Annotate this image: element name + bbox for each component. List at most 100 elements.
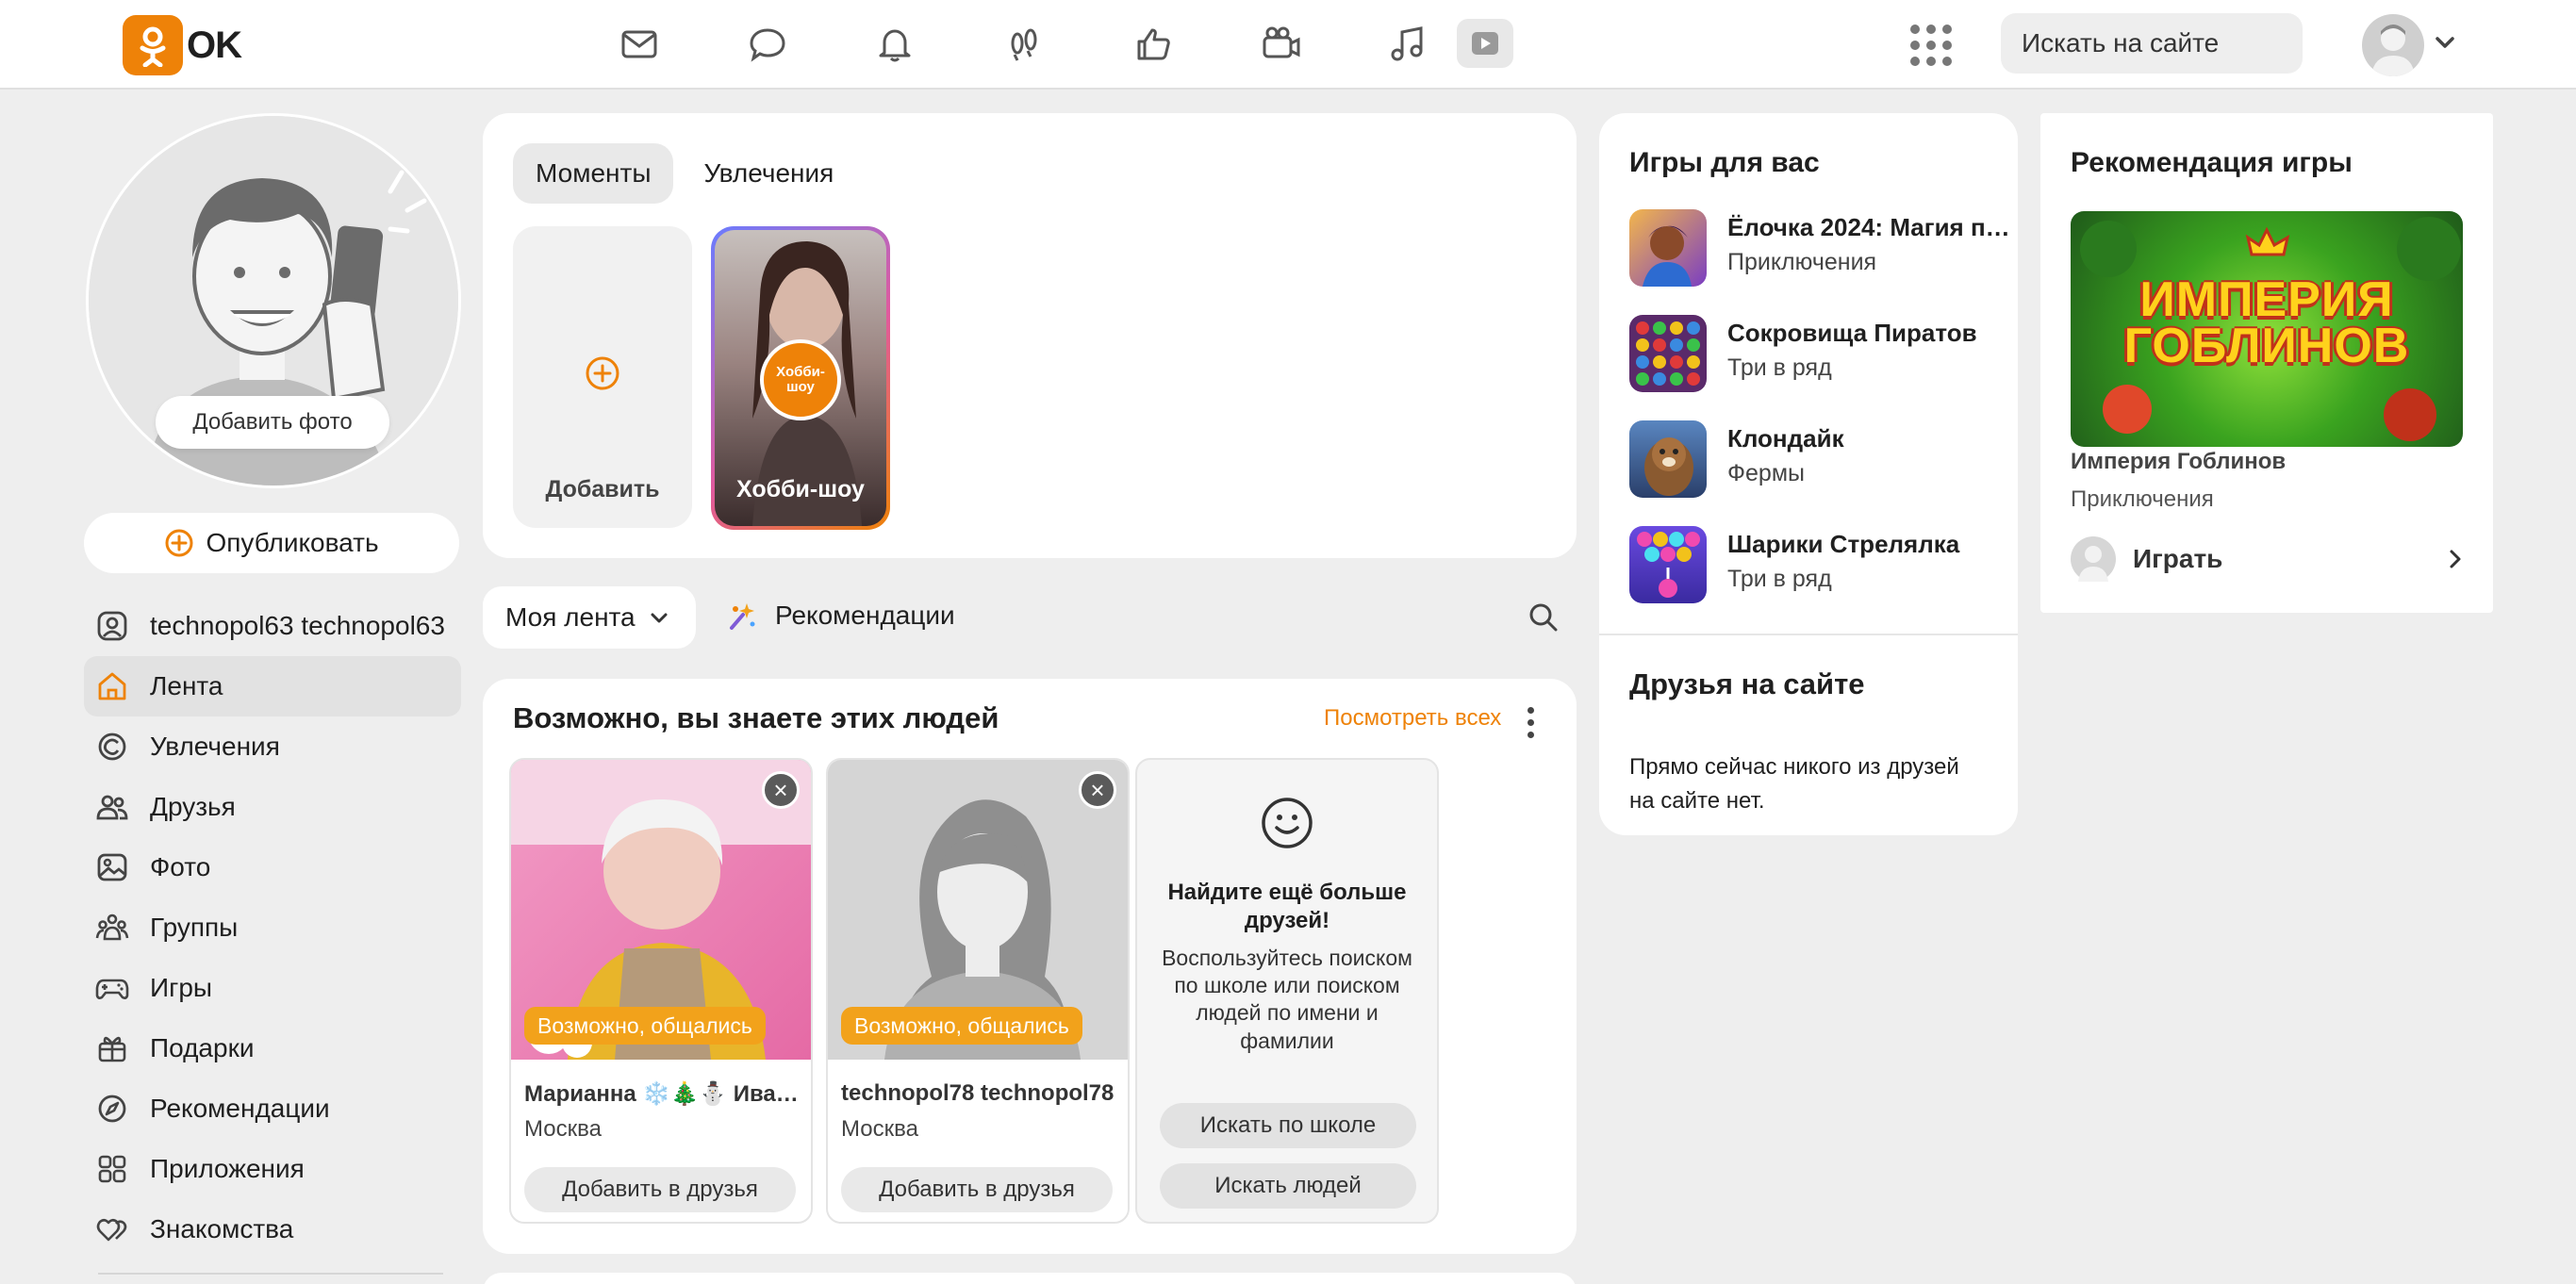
sidebar-item-label: Знакомства: [150, 1214, 294, 1243]
sidebar-item-games[interactable]: Игры: [84, 958, 461, 1018]
tab-moments[interactable]: Моменты: [513, 143, 674, 204]
feed-search-icon[interactable]: [1527, 601, 1560, 634]
game-thumbnail: [1629, 209, 1707, 287]
game-item[interactable]: Шарики Стрелялка Три в ряд: [1629, 526, 2006, 603]
publish-button[interactable]: Опубликовать: [84, 513, 459, 573]
player-avatar: [2071, 536, 2116, 582]
person-name[interactable]: Марианна ❄️🎄⛄ Иванова: [524, 1080, 803, 1108]
chat-icon[interactable]: [742, 19, 793, 70]
user-avatar[interactable]: [2362, 14, 2424, 76]
hobby-icon: [98, 733, 126, 761]
sidebar-item-dating[interactable]: Знакомства: [84, 1199, 461, 1259]
groups-icon: [95, 914, 129, 941]
camera-icon[interactable]: [1256, 19, 1307, 70]
sidebar-item-groups[interactable]: Группы: [84, 897, 461, 958]
sidebar-item-apps[interactable]: Приложения: [84, 1139, 461, 1199]
sidebar-item-profile[interactable]: technopol63 technopol63: [84, 596, 461, 656]
feed-selector[interactable]: Моя лента: [483, 586, 696, 649]
play-label: Играть: [2133, 544, 2223, 573]
game-name: Ёлочка 2024: Магия праздника: [1727, 213, 2010, 241]
game-thumbnail: [1629, 526, 1707, 603]
games-title: Игры для вас: [1629, 147, 1820, 178]
moments-card: Моменты Увлечения Добавить Хобби-шоу Хоб…: [483, 113, 1577, 558]
site-search[interactable]: [2001, 13, 2362, 74]
person-name[interactable]: technopol78 technopol78: [841, 1080, 1120, 1107]
game-genre: Три в ряд: [1727, 566, 1832, 592]
sidebar-item-photo[interactable]: Фото: [84, 837, 461, 897]
add-moment-label: Добавить: [545, 476, 660, 502]
game-genre: Фермы: [1727, 460, 1805, 486]
game-item[interactable]: Сокровища Пиратов Три в ряд: [1629, 315, 2006, 392]
profile-icon: [97, 611, 127, 641]
more-options-icon[interactable]: [1527, 707, 1535, 738]
sidebar-item-gifts[interactable]: Подарки: [84, 1018, 461, 1078]
friends-online-text: Прямо сейчас никого из друзей на сайте н…: [1629, 754, 1959, 814]
sidebar-item-label: Фото: [150, 852, 211, 881]
home-icon: [98, 672, 126, 700]
recommended-game-title: Рекомендация игры: [2071, 147, 2353, 178]
recommended-game-name[interactable]: Империя Гоблинов: [2071, 449, 2286, 475]
apps-grid-icon[interactable]: [1910, 25, 1952, 66]
game-item[interactable]: Клондайк Фермы: [1629, 420, 2006, 498]
recommended-game-genre: Приключения: [2071, 486, 2214, 512]
tab-hobbies[interactable]: Увлечения: [681, 143, 856, 204]
sidebar-item-label: Друзья: [150, 792, 236, 821]
sidebar-item-feed[interactable]: Лента: [84, 656, 461, 716]
see-all-link[interactable]: Посмотреть всех: [1324, 705, 1501, 732]
ok-logo[interactable]: OK: [123, 15, 242, 75]
add-moment-button[interactable]: Добавить: [513, 226, 692, 528]
plus-circle-icon: [165, 529, 193, 557]
smiley-icon: [1262, 798, 1313, 848]
hearts-icon: [96, 1218, 127, 1242]
mail-icon[interactable]: [614, 19, 665, 70]
dismiss-suggestion-icon[interactable]: ×: [1079, 771, 1116, 809]
site-search-input[interactable]: [2022, 28, 2362, 58]
person-city: Москва: [841, 1116, 918, 1142]
find-more-description: Воспользуйтесь поиском по школе или поис…: [1162, 946, 1412, 1053]
search-by-school-button[interactable]: Искать по школе: [1160, 1103, 1416, 1148]
logo-text: OK: [187, 24, 242, 66]
person-photo: × Возможно, общались: [828, 760, 1128, 1060]
sidebar-item-label: Приложения: [150, 1154, 305, 1183]
games-icon: [95, 979, 129, 999]
recommendations-link[interactable]: Рекомендации: [726, 600, 955, 632]
sidebar-item-friends[interactable]: Друзья: [84, 777, 461, 837]
sidebar-item-recommendations[interactable]: Рекомендации: [84, 1078, 461, 1139]
video-icon[interactable]: [1457, 19, 1513, 68]
plus-circle-icon: [586, 356, 619, 390]
music-icon[interactable]: [1382, 19, 1433, 70]
add-friend-button[interactable]: Добавить в друзья: [841, 1167, 1113, 1212]
likes-icon[interactable]: [1128, 19, 1179, 70]
sidebar-item-label: technopol63 technopol63: [150, 611, 445, 640]
chevron-down-icon[interactable]: [2433, 30, 2457, 55]
dismiss-suggestion-icon[interactable]: ×: [762, 771, 800, 809]
recommended-game-banner[interactable]: ИМПЕРИЯ ГОБЛИНОВ: [2071, 211, 2463, 447]
compass-icon: [98, 1095, 126, 1123]
bell-icon[interactable]: [869, 19, 920, 70]
games-for-you-card: Игры для вас Ёлочка 2024: Магия праздник…: [1599, 113, 2018, 835]
sidebar-item-label: Группы: [150, 913, 239, 942]
maybe-talked-tag: Возможно, общались: [841, 1007, 1082, 1045]
friends-online-title: Друзья на сайте: [1629, 667, 1865, 700]
person-city: Москва: [524, 1116, 602, 1142]
friends-icon: [96, 795, 128, 820]
game-name: Сокровища Пиратов: [1727, 319, 1977, 347]
sidebar-item-label: Игры: [150, 973, 213, 1002]
add-friend-button[interactable]: Добавить в друзья: [524, 1167, 796, 1212]
person-card[interactable]: × Возможно, общались Марианна ❄️🎄⛄ Ивано…: [509, 758, 813, 1224]
game-name: Клондайк: [1727, 424, 1844, 453]
chevron-down-icon: [651, 613, 668, 623]
game-thumbnail: [1629, 420, 1707, 498]
person-card[interactable]: × Возможно, общались technopol78 technop…: [826, 758, 1130, 1224]
story-hobby-show[interactable]: Хобби-шоу Хобби-шоу: [711, 226, 890, 530]
play-button[interactable]: Играть: [2071, 535, 2467, 583]
sidebar-item-hobbies[interactable]: Увлечения: [84, 716, 461, 777]
search-people-button[interactable]: Искать людей: [1160, 1163, 1416, 1209]
story-thumbnail: Хобби-шоу Хобби-шоу: [715, 230, 886, 526]
chevron-right-icon: [2450, 550, 2461, 568]
game-genre: Три в ряд: [1727, 354, 1832, 381]
add-photo-button[interactable]: Добавить фото: [156, 396, 389, 449]
game-item[interactable]: Ёлочка 2024: Магия праздника Приключения: [1629, 209, 2010, 287]
sidebar-divider: [98, 1273, 443, 1275]
guests-icon[interactable]: [999, 19, 1049, 70]
